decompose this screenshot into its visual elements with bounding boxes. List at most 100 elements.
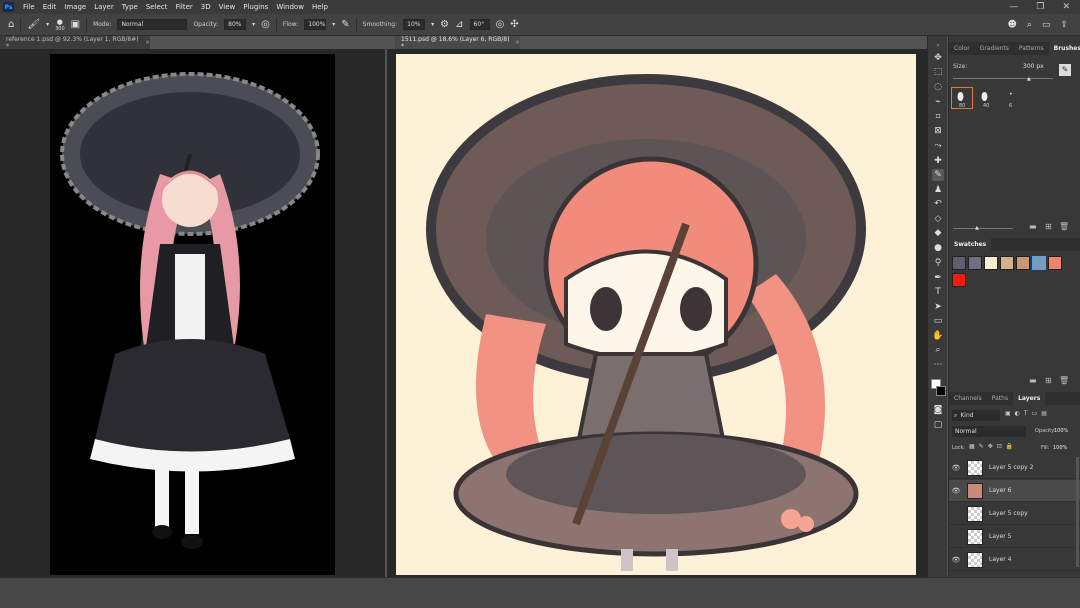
brush-settings-icon[interactable]: ▣ <box>71 19 80 30</box>
chevron-down-icon[interactable]: ▾ <box>332 21 335 28</box>
rectangle-tool-icon[interactable]: ▭ <box>932 315 944 327</box>
brush-preset-3[interactable]: • 6 <box>999 87 1021 109</box>
swatch-3[interactable] <box>984 256 998 270</box>
swatch-2[interactable] <box>968 256 982 270</box>
pressure-size-icon[interactable]: ◎ <box>496 19 505 30</box>
quick-select-tool-icon[interactable]: ⌁ <box>932 96 944 108</box>
move-tool-icon[interactable]: ✥ <box>932 52 944 64</box>
menu-filter[interactable]: Filter <box>171 3 196 11</box>
menu-plugins[interactable]: Plugins <box>239 3 272 11</box>
marquee-tool-icon[interactable]: ⬚ <box>932 66 944 78</box>
menu-type[interactable]: Type <box>118 3 142 11</box>
layer-row[interactable]: 👁 Layer 5 copy 2 <box>949 457 1080 479</box>
mode-select[interactable]: Normal <box>117 19 188 30</box>
crop-tool-icon[interactable]: ⌗ <box>932 111 944 123</box>
restore-icon[interactable]: ❐ <box>1036 2 1044 12</box>
menu-help[interactable]: Help <box>308 3 332 11</box>
collapse-icon[interactable]: » <box>932 40 944 52</box>
chevron-down-icon[interactable]: ▾ <box>431 21 434 28</box>
dodge-tool-icon[interactable]: ⚲ <box>932 257 944 269</box>
folder-icon[interactable]: ▬ <box>1029 222 1037 231</box>
trash-icon[interactable]: 🗑 <box>1059 222 1069 231</box>
symmetry-icon[interactable]: ✣ <box>510 19 518 30</box>
path-select-icon[interactable]: ➤ <box>932 301 944 313</box>
swatch-1[interactable] <box>952 256 966 270</box>
foreground-color-swatch[interactable] <box>936 386 946 396</box>
layer-row[interactable]: Layer 5 copy <box>949 503 1080 525</box>
tab-patterns[interactable]: Patterns <box>1014 42 1049 55</box>
blur-tool-icon[interactable]: ● <box>932 242 944 254</box>
brush-preset-picker[interactable]: ● 300 <box>55 18 65 32</box>
close-icon[interactable]: ✕ <box>1062 2 1070 12</box>
minimize-icon[interactable]: — <box>1009 2 1018 12</box>
tab-paths[interactable]: Paths <box>987 392 1013 405</box>
tab-gradients[interactable]: Gradients <box>975 42 1014 55</box>
tab-channels[interactable]: Channels <box>949 392 987 405</box>
swatch-8[interactable] <box>952 273 966 287</box>
opacity-field[interactable]: 80% <box>224 19 247 30</box>
photoshop-logo[interactable]: Ps <box>3 2 14 12</box>
workspace-icon[interactable]: ▭ <box>1042 20 1051 30</box>
brush-settings-icon[interactable]: ✎ <box>1059 64 1071 76</box>
menu-select[interactable]: Select <box>142 3 172 11</box>
stamp-tool-icon[interactable]: ♟ <box>932 184 944 196</box>
menu-layer[interactable]: Layer <box>90 3 118 11</box>
preview-size-slider[interactable] <box>953 228 1013 229</box>
tab-1511-document[interactable]: 1511.psd @ 18.6% (Layer 6, RGB/8) * × <box>395 36 520 50</box>
smoothing-field[interactable]: 10% <box>403 19 426 30</box>
tab-reference-document[interactable]: reference 1.psd @ 92.3% (Layer 1, RGB/8#… <box>0 36 150 50</box>
blend-mode-select[interactable]: Normal <box>952 426 1026 437</box>
paint-bucket-icon[interactable]: ◆ <box>932 227 944 239</box>
add-icon[interactable]: ⊞ <box>1045 376 1052 385</box>
angle-field[interactable]: 60° <box>469 19 490 30</box>
menu-file[interactable]: File <box>19 3 39 11</box>
zoom-tool-icon[interactable]: ⌕ <box>932 344 944 356</box>
swatch-5[interactable] <box>1016 256 1030 270</box>
menu-image[interactable]: Image <box>60 3 90 11</box>
brush-size-slider[interactable] <box>953 78 1053 79</box>
tab-swatches[interactable]: Swatches <box>949 238 992 251</box>
type-tool-icon[interactable]: T <box>932 286 944 298</box>
trash-icon[interactable]: 🗑 <box>1059 376 1069 385</box>
eraser-tool-icon[interactable]: ◇ <box>932 213 944 225</box>
reference-canvas[interactable] <box>50 54 335 575</box>
screen-mode-icon[interactable]: ▢ <box>932 419 944 431</box>
more-tools-icon[interactable]: ⋯ <box>932 359 944 371</box>
layer-row[interactable]: Layer 5 <box>949 526 1080 548</box>
pen-tool-icon[interactable]: ✒ <box>932 272 944 284</box>
layers-scrollbar[interactable] <box>1076 457 1079 567</box>
eyedropper-tool-icon[interactable]: ⤳ <box>932 140 944 152</box>
tab-color[interactable]: Color <box>949 42 975 55</box>
slider-handle-icon[interactable]: ▲ <box>1027 76 1031 82</box>
eye-icon[interactable]: 👁 <box>949 487 963 495</box>
brush-preset-1[interactable]: ⬮ 80 <box>951 87 973 109</box>
folder-icon[interactable]: ▬ <box>1029 376 1037 385</box>
eye-icon[interactable]: 👁 <box>949 556 963 564</box>
main-canvas[interactable] <box>396 54 916 575</box>
home-icon[interactable]: ⌂ <box>8 19 14 30</box>
fill-value[interactable]: 100% <box>1053 445 1067 451</box>
brush-size-value[interactable]: 300 px <box>1023 63 1044 70</box>
menu-edit[interactable]: Edit <box>39 3 61 11</box>
gear-icon[interactable]: ⚙ <box>440 19 449 30</box>
share-icon[interactable]: ⇪ <box>1060 20 1068 30</box>
chevron-down-icon[interactable]: ▾ <box>46 21 49 28</box>
lasso-tool-icon[interactable]: ◌ <box>932 81 944 93</box>
layer-filter-select[interactable]: ⌕ Kind <box>952 410 1000 421</box>
brush-tool-icon[interactable]: 🖌 <box>27 19 40 30</box>
history-brush-icon[interactable]: ↶ <box>932 198 944 210</box>
user-icon[interactable]: ☻ <box>1008 20 1017 30</box>
frame-tool-icon[interactable]: ⊠ <box>932 125 944 137</box>
add-icon[interactable]: ⊞ <box>1045 222 1052 231</box>
menu-3d[interactable]: 3D <box>197 3 215 11</box>
swatch-6[interactable] <box>1032 256 1046 270</box>
close-icon[interactable]: × <box>515 39 520 46</box>
search-icon[interactable]: ⌕ <box>1027 20 1032 30</box>
layer-row[interactable]: 👁 Layer 6 <box>949 480 1080 502</box>
slider-handle-icon[interactable]: ▲ <box>975 225 979 231</box>
brush-tool-icon[interactable]: ✎ <box>932 169 944 181</box>
layer-filter-icons[interactable]: ▣◐T▭▤ <box>1005 410 1051 417</box>
chevron-down-icon[interactable]: ▾ <box>252 21 255 28</box>
menu-view[interactable]: View <box>215 3 240 11</box>
tab-brushes[interactable]: Brushes <box>1048 42 1080 55</box>
